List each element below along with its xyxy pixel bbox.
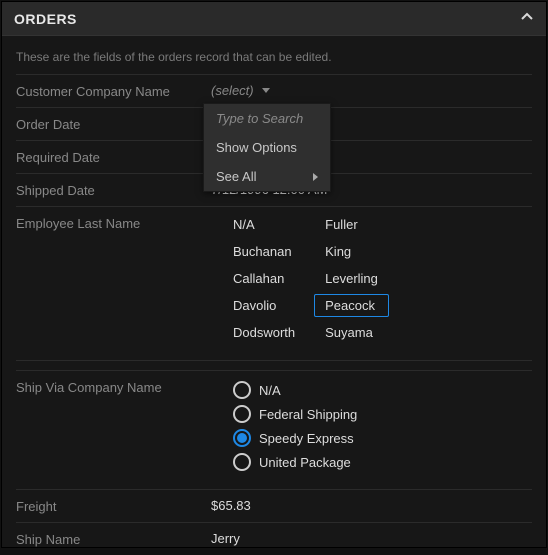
- intro-text: These are the fields of the orders recor…: [16, 50, 532, 74]
- shipvia-option[interactable]: Speedy Express: [233, 429, 532, 447]
- employee-option[interactable]: Davolio: [233, 298, 295, 313]
- radio-icon: [233, 429, 251, 447]
- label-ship-name: Ship Name: [16, 531, 211, 547]
- employee-option[interactable]: Buchanan: [233, 244, 295, 259]
- shipvia-option-label: Speedy Express: [259, 431, 354, 446]
- shipvia-option-label: United Package: [259, 455, 351, 470]
- panel-title: ORDERS: [14, 11, 77, 27]
- employee-option[interactable]: Leverling: [325, 271, 378, 286]
- label-shipped-date: Shipped Date: [16, 182, 211, 198]
- employee-option[interactable]: King: [325, 244, 378, 259]
- shipvia-option-label: Federal Shipping: [259, 407, 357, 422]
- row-shipvia: Ship Via Company Name N/A Federal Shippin…: [16, 370, 532, 489]
- collapse-icon[interactable]: [520, 10, 534, 27]
- chevron-down-icon: [262, 88, 270, 93]
- employee-column: FullerKingLeverlingPeacockSuyama: [325, 217, 378, 340]
- customer-dropdown: Type to Search Show Options See All: [203, 103, 331, 192]
- label-freight: Freight: [16, 498, 211, 514]
- orders-panel: ORDERS These are the fields of the order…: [1, 1, 547, 548]
- dropdown-see-all-label: See All: [216, 169, 256, 184]
- employee-option[interactable]: Callahan: [233, 271, 295, 286]
- panel-header: ORDERS: [2, 2, 546, 36]
- dropdown-see-all[interactable]: See All: [204, 162, 330, 191]
- employee-column: N/A Buchanan Callahan Davolio Dodsworth: [233, 217, 295, 340]
- dropdown-show-options[interactable]: Show Options: [204, 133, 330, 162]
- employee-option[interactable]: Suyama: [325, 325, 378, 340]
- value-ship-name[interactable]: Jerry: [211, 531, 532, 546]
- dropdown-search-hint[interactable]: Type to Search: [204, 104, 330, 133]
- employee-grid: N/A Buchanan Callahan Davolio Dodsworth Fulle…: [211, 215, 532, 346]
- employee-option[interactable]: Fuller: [325, 217, 378, 232]
- value-freight[interactable]: $65.83: [211, 498, 532, 513]
- value-customer: (select) Type to Search Show Options See…: [211, 83, 532, 98]
- customer-select[interactable]: (select): [211, 83, 270, 98]
- radio-icon: [233, 453, 251, 471]
- chevron-right-icon: [313, 173, 318, 181]
- employee-option[interactable]: Peacock: [314, 294, 389, 317]
- employee-option[interactable]: N/A: [233, 217, 295, 232]
- label-customer: Customer Company Name: [16, 83, 211, 99]
- row-freight: Freight $65.83: [16, 489, 532, 522]
- shipvia-option[interactable]: United Package: [233, 453, 532, 471]
- radio-icon: [233, 405, 251, 423]
- employee-option[interactable]: Dodsworth: [233, 325, 295, 340]
- customer-select-placeholder: (select): [211, 83, 254, 98]
- label-order-date: Order Date: [16, 116, 211, 132]
- value-employee: N/A Buchanan Callahan Davolio Dodsworth Fulle…: [211, 215, 532, 346]
- label-shipvia: Ship Via Company Name: [16, 379, 211, 395]
- shipvia-radio-group: N/A Federal Shipping Speedy Express United …: [211, 379, 532, 475]
- radio-icon: [233, 381, 251, 399]
- shipvia-option-label: N/A: [259, 383, 281, 398]
- row-employee: Employee Last Name N/A Buchanan Callahan Da…: [16, 206, 532, 360]
- panel-body: These are the fields of the orders recor…: [2, 36, 546, 555]
- row-customer: Customer Company Name (select) Type to S…: [16, 74, 532, 107]
- row-ship-name: Ship Name Jerry: [16, 522, 532, 555]
- divider: [16, 360, 532, 370]
- shipvia-option[interactable]: N/A: [233, 381, 532, 399]
- label-required-date: Required Date: [16, 149, 211, 165]
- shipvia-option[interactable]: Federal Shipping: [233, 405, 532, 423]
- label-employee: Employee Last Name: [16, 215, 211, 231]
- value-shipvia: N/A Federal Shipping Speedy Express United …: [211, 379, 532, 475]
